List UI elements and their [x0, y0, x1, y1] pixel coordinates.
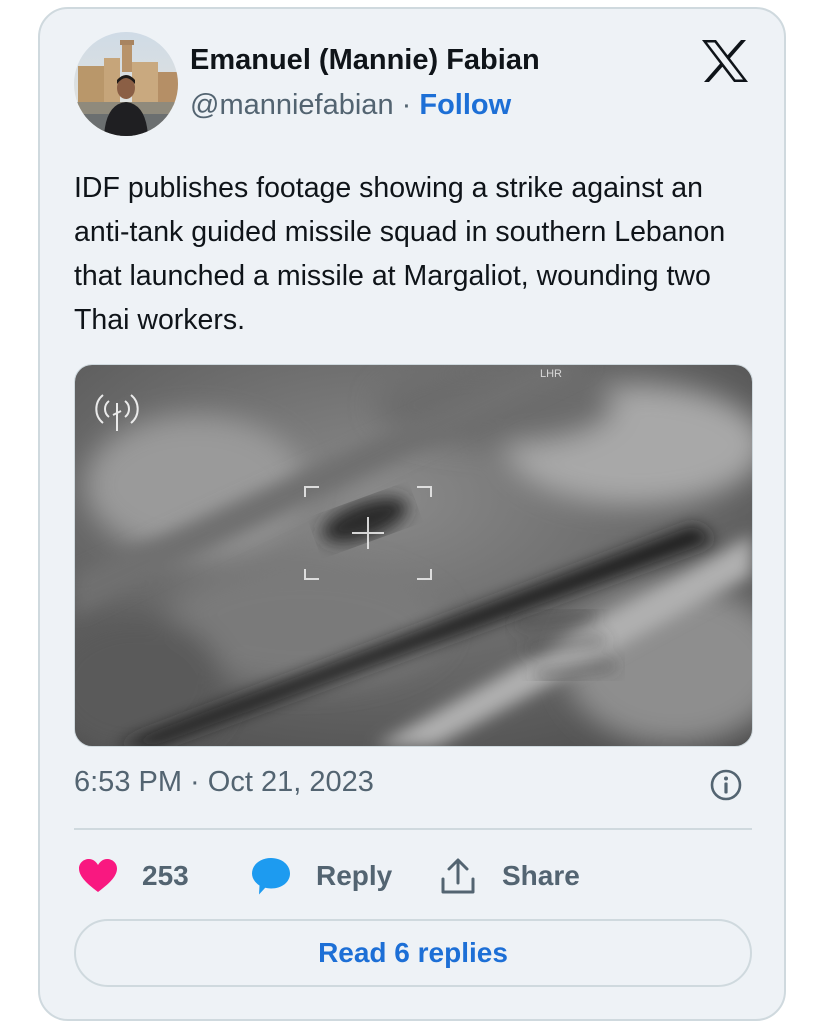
tweet-text: IDF publishes footage showing a strike a… — [74, 172, 726, 336]
read-replies-button[interactable]: Read 6 replies — [74, 919, 752, 987]
reply-button[interactable]: Reply — [250, 852, 392, 900]
heart-icon — [79, 859, 117, 892]
share-button[interactable]: Share — [440, 852, 580, 900]
tweet-media[interactable]: LHR — [74, 364, 753, 747]
handle-separator: · — [393, 89, 420, 121]
author-handle-row: @manniefabian · Follow — [190, 89, 511, 122]
author-name[interactable]: Emanuel (Mannie) Fabian — [190, 44, 540, 77]
action-bar: 253 Reply Share — [74, 852, 752, 900]
divider — [74, 828, 752, 830]
avatar-image — [74, 32, 178, 136]
like-count: 253 — [142, 860, 189, 891]
follow-button[interactable]: Follow — [419, 89, 511, 121]
info-icon[interactable] — [709, 768, 743, 802]
media-overlay-text: LHR — [540, 368, 562, 380]
author-handle[interactable]: @manniefabian — [190, 89, 394, 121]
like-button[interactable]: 253 — [78, 852, 189, 900]
share-label: Share — [502, 860, 580, 891]
tweet-timestamp[interactable]: 6:53 PM · Oct 21, 2023 — [74, 766, 374, 799]
x-logo-icon[interactable] — [700, 38, 750, 84]
avatar[interactable] — [74, 32, 178, 136]
reply-label: Reply — [316, 860, 393, 891]
media-thermal-footage: LHR — [75, 365, 752, 746]
share-icon — [441, 858, 475, 894]
speech-bubble-icon — [252, 858, 290, 895]
